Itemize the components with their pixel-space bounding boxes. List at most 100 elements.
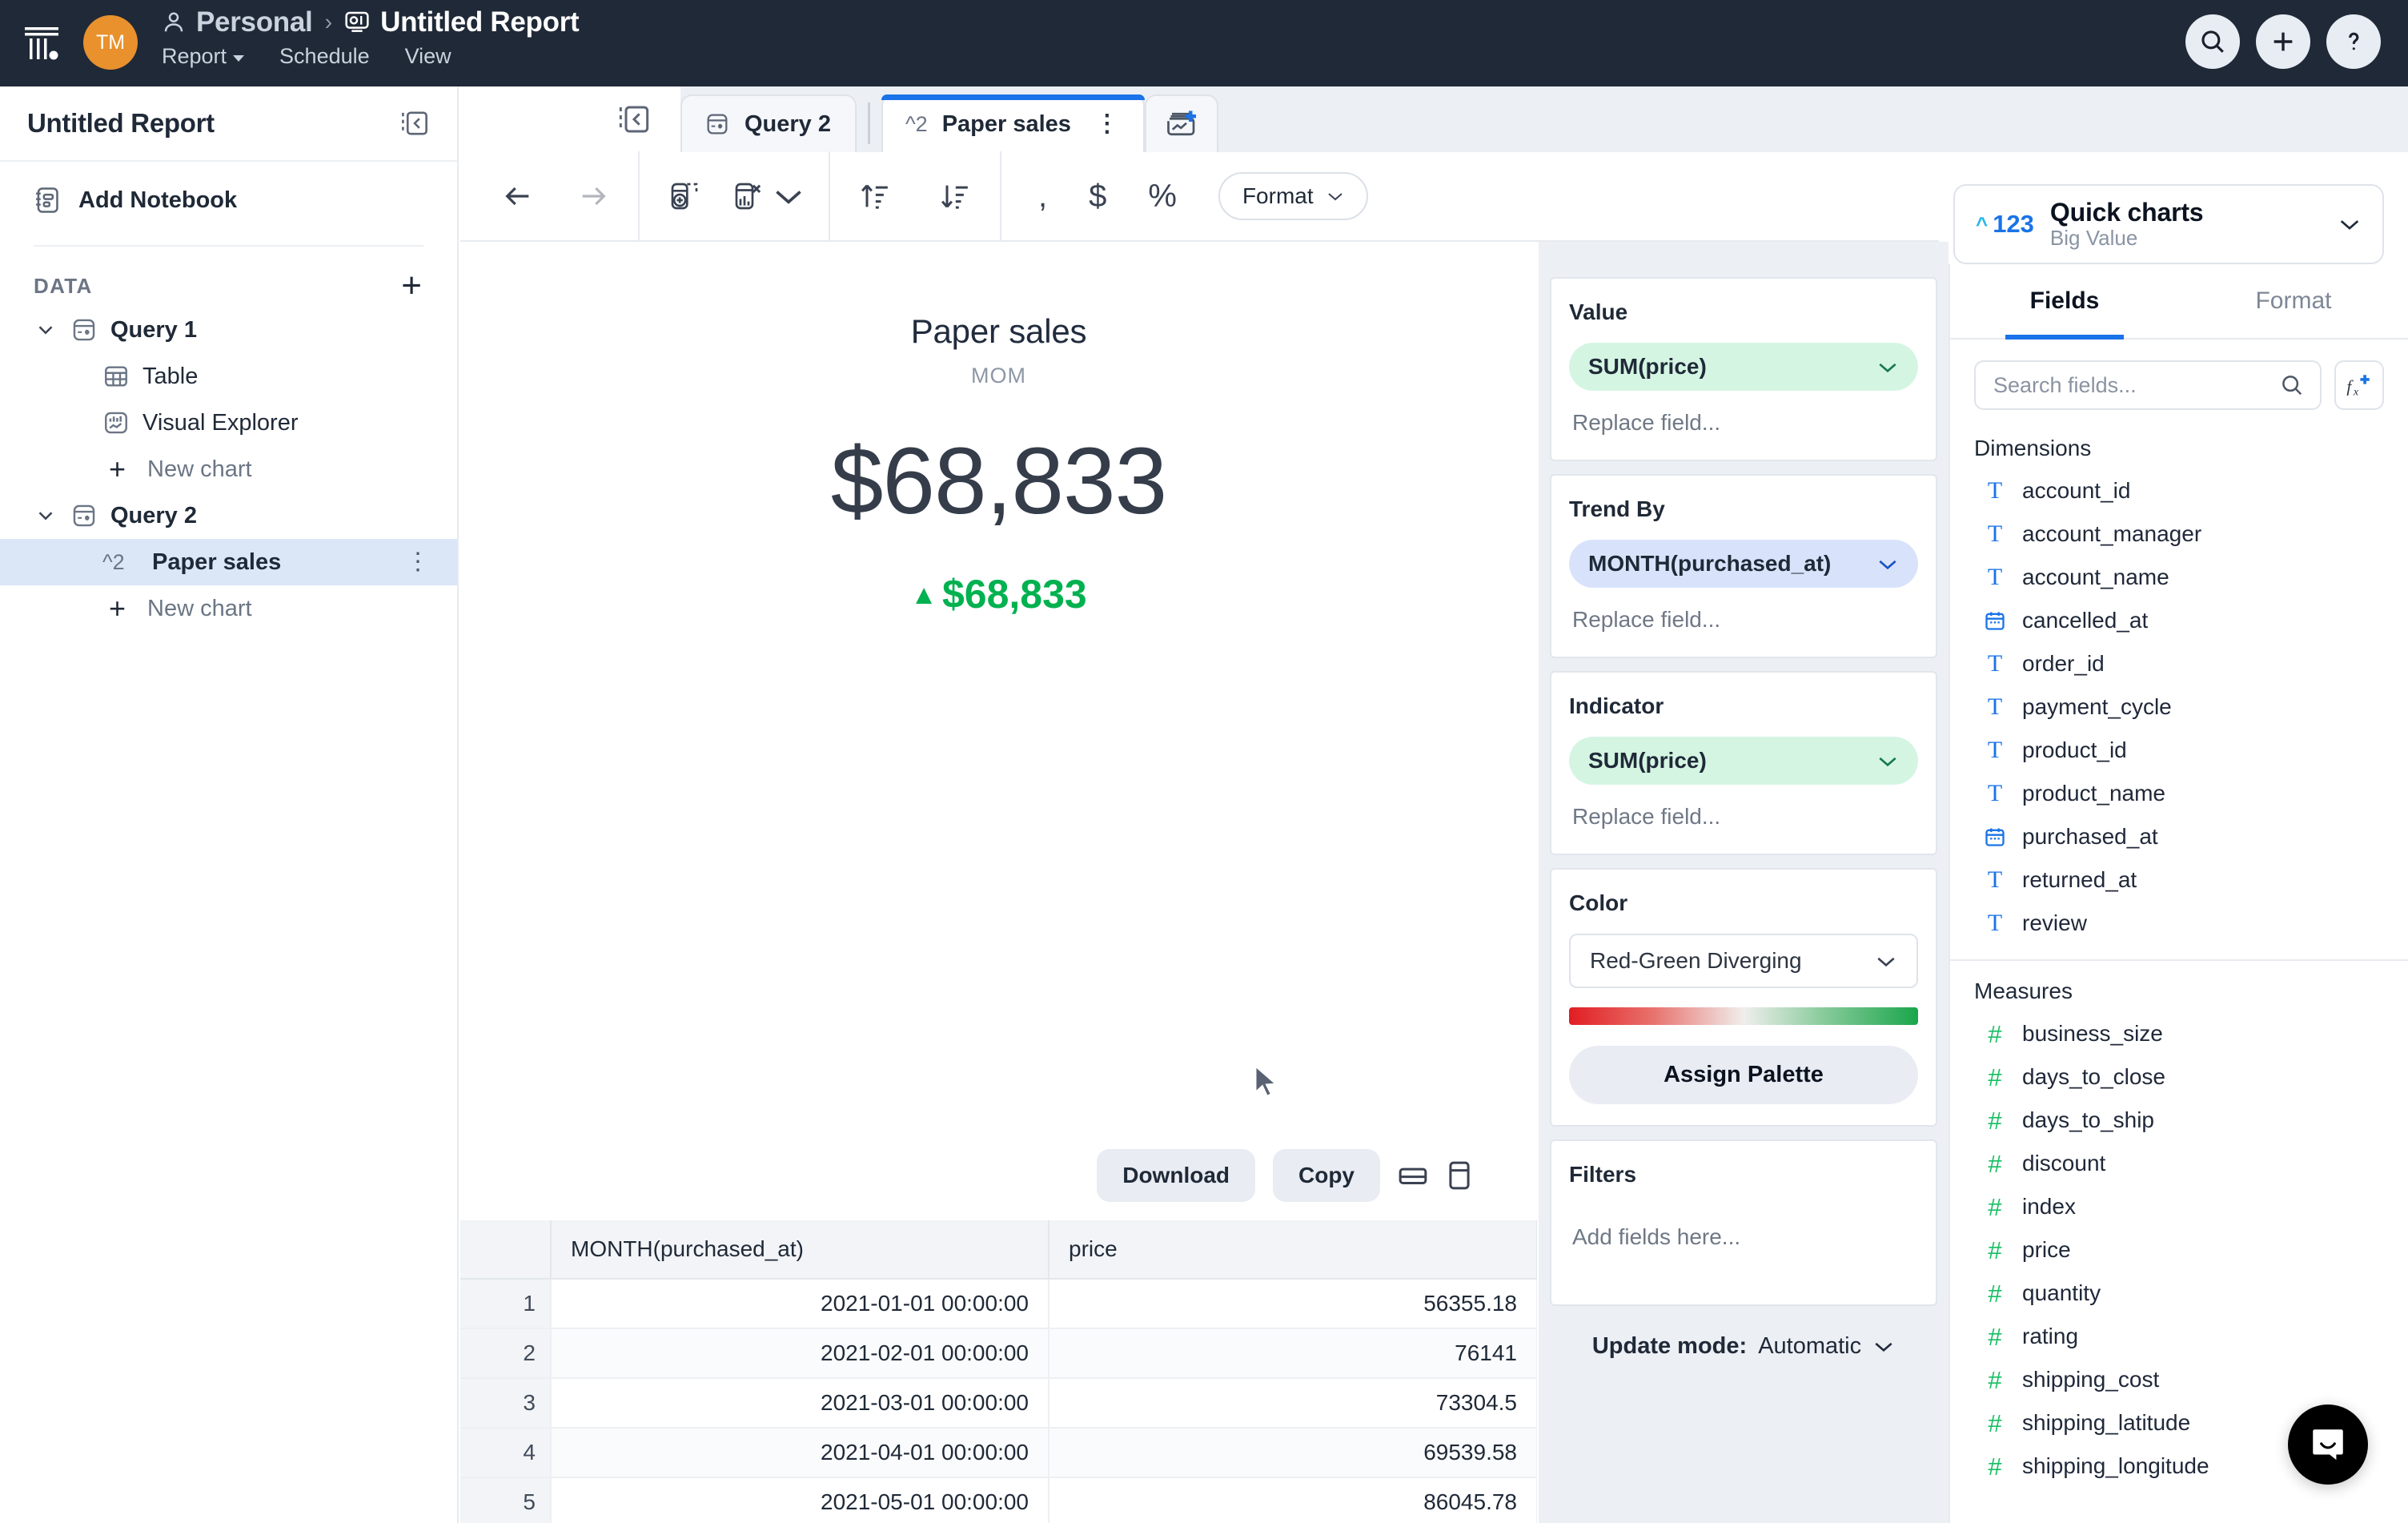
tab-format[interactable]: Format xyxy=(2179,264,2408,338)
back-button[interactable] xyxy=(497,175,539,217)
indicator-replace-placeholder[interactable]: Replace field... xyxy=(1569,785,1918,833)
results-table-container[interactable]: MONTH(purchased_at) price 1 2021-01-01 0… xyxy=(460,1220,1537,1523)
sidebar-item-new-chart-1[interactable]: + New chart xyxy=(0,446,457,492)
comma-format-button[interactable]: , xyxy=(1038,180,1047,212)
compact-view-icon[interactable] xyxy=(1398,1163,1428,1188)
menu-report[interactable]: Report xyxy=(162,44,245,69)
sidebar-item-table[interactable]: Table xyxy=(0,353,457,400)
breadcrumb-workspace[interactable]: Personal xyxy=(196,6,313,38)
chevron-down-icon xyxy=(1877,957,1895,966)
table-row[interactable]: 3 2021-03-01 00:00:00 73304.5 xyxy=(460,1378,1537,1429)
field-order_id[interactable]: T order_id xyxy=(1950,642,2408,685)
add-formula-button[interactable]: f x xyxy=(2334,360,2384,410)
add-column-button[interactable] xyxy=(664,175,705,217)
field-purchased_at[interactable]: purchased_at xyxy=(1950,815,2408,858)
sidebar-item-new-chart-2[interactable]: + New chart xyxy=(0,585,457,632)
table-row[interactable]: 5 2021-05-01 00:00:00 86045.78 xyxy=(460,1477,1537,1523)
text-field-icon: T xyxy=(1987,910,2003,936)
menu-view[interactable]: View xyxy=(405,44,451,69)
field-product_name[interactable]: T product_name xyxy=(1950,772,2408,815)
field-rating[interactable]: # rating xyxy=(1950,1315,2408,1358)
support-chat-button[interactable] xyxy=(2288,1404,2368,1485)
field-business_size[interactable]: # business_size xyxy=(1950,1012,2408,1055)
table-row[interactable]: 4 2021-04-01 00:00:00 69539.58 xyxy=(460,1428,1537,1478)
collapse-panel-icon[interactable] xyxy=(616,103,652,135)
quick-charts-caret: ^ xyxy=(1976,211,1989,236)
search-button[interactable] xyxy=(2185,14,2240,69)
value-replace-placeholder[interactable]: Replace field... xyxy=(1569,391,1918,439)
indicator-field-chip[interactable]: SUM(price) xyxy=(1569,737,1918,785)
add-notebook-button[interactable]: Add Notebook xyxy=(0,162,457,239)
sidebar-item-query-1[interactable]: Query 1 xyxy=(0,307,457,353)
add-data-button[interactable]: + xyxy=(401,267,422,303)
remove-column-button[interactable] xyxy=(732,175,805,217)
config-color-card: Color Red-Green Diverging Assign Palette xyxy=(1550,868,1937,1127)
collapse-sidebar-icon[interactable] xyxy=(399,109,430,138)
field-cancelled_at[interactable]: cancelled_at xyxy=(1950,599,2408,642)
field-label: cancelled_at xyxy=(2022,608,2149,633)
menu-schedule[interactable]: Schedule xyxy=(279,44,370,69)
avatar[interactable]: TM xyxy=(83,15,138,70)
sidebar-item-query-2[interactable]: Query 2 xyxy=(0,492,457,539)
tab-menu-icon[interactable]: ⋮ xyxy=(1095,112,1119,135)
sidebar-item-paper-sales[interactable]: ^2 Paper sales ⋮ xyxy=(0,539,457,585)
percent-format-button[interactable]: % xyxy=(1148,180,1177,212)
value-field-chip[interactable]: SUM(price) xyxy=(1569,343,1918,391)
cell-month: 2021-03-01 00:00:00 xyxy=(551,1378,1049,1429)
field-index[interactable]: # index xyxy=(1950,1185,2408,1228)
app-logo[interactable] xyxy=(0,0,83,86)
sidebar-item-visual-explorer[interactable]: Visual Explorer xyxy=(0,400,457,446)
field-account_name[interactable]: T account_name xyxy=(1950,556,2408,599)
search-fields-box[interactable] xyxy=(1974,360,2322,410)
table-row[interactable]: 1 2021-01-01 00:00:00 56355.18 xyxy=(460,1279,1537,1329)
copy-button[interactable]: Copy xyxy=(1273,1149,1380,1202)
quick-charts-selector[interactable]: ^ 123 Quick charts Big Value xyxy=(1953,184,2384,264)
field-days_to_ship[interactable]: # days_to_ship xyxy=(1950,1099,2408,1142)
field-account_manager[interactable]: T account_manager xyxy=(1950,512,2408,556)
field-discount[interactable]: # discount xyxy=(1950,1142,2408,1185)
row-index: 2 xyxy=(460,1328,552,1379)
tab-add-chart[interactable] xyxy=(1144,94,1218,152)
tab-fields[interactable]: Fields xyxy=(1950,264,2179,340)
trend-field-chip[interactable]: MONTH(purchased_at) xyxy=(1569,540,1918,588)
sort-descending-button[interactable] xyxy=(934,175,976,217)
search-input[interactable] xyxy=(1993,372,2280,398)
currency-format-button[interactable]: $ xyxy=(1089,180,1106,212)
more-options-icon[interactable]: ⋮ xyxy=(406,550,430,574)
field-shipping_cost[interactable]: # shipping_cost xyxy=(1950,1358,2408,1401)
config-filters-card: Filters Add fields here... xyxy=(1550,1139,1937,1306)
tab-query-2[interactable]: Query 2 xyxy=(680,94,857,152)
assign-palette-button[interactable]: Assign Palette xyxy=(1569,1046,1918,1104)
field-review[interactable]: T review xyxy=(1950,902,2408,945)
update-mode-control[interactable]: Update mode: Automatic xyxy=(1550,1333,1937,1360)
field-price[interactable]: # price xyxy=(1950,1228,2408,1272)
sort-ascending-button[interactable] xyxy=(854,175,896,217)
palette-select[interactable]: Red-Green Diverging xyxy=(1569,934,1918,988)
field-payment_cycle[interactable]: T payment_cycle xyxy=(1950,685,2408,729)
forward-button[interactable] xyxy=(572,175,614,217)
field-account_id[interactable]: T account_id xyxy=(1950,469,2408,512)
expanded-view-icon[interactable] xyxy=(1446,1160,1473,1191)
add-button[interactable] xyxy=(2256,14,2310,69)
table-row[interactable]: 2 2021-02-01 00:00:00 76141 xyxy=(460,1328,1537,1379)
field-quantity[interactable]: # quantity xyxy=(1950,1272,2408,1315)
sidebar-item-label: Query 1 xyxy=(110,316,197,343)
toolbar-format-group: , $ % Format xyxy=(1001,151,1392,241)
trend-replace-placeholder[interactable]: Replace field... xyxy=(1569,588,1918,636)
help-button[interactable] xyxy=(2326,14,2381,69)
format-dropdown[interactable]: Format xyxy=(1218,172,1368,220)
quick-charts-subtitle: Big Value xyxy=(2049,226,2138,251)
sidebar-item-label: Visual Explorer xyxy=(142,409,299,436)
query-icon xyxy=(73,319,95,341)
field-product_id[interactable]: T product_id xyxy=(1950,729,2408,772)
table-col-price[interactable]: price xyxy=(1049,1220,1537,1280)
field-days_to_close[interactable]: # days_to_close xyxy=(1950,1055,2408,1099)
download-button[interactable]: Download xyxy=(1097,1149,1255,1202)
row-index: 3 xyxy=(460,1378,552,1429)
field-returned_at[interactable]: T returned_at xyxy=(1950,858,2408,902)
tab-paper-sales[interactable]: ^2 Paper sales ⋮ xyxy=(881,94,1145,152)
table-col-month[interactable]: MONTH(purchased_at) xyxy=(551,1220,1049,1280)
measures-header: Measures xyxy=(1974,978,2073,1003)
filters-dropzone[interactable]: Add fields here... xyxy=(1569,1205,1918,1296)
text-field-icon: T xyxy=(1987,477,2003,504)
